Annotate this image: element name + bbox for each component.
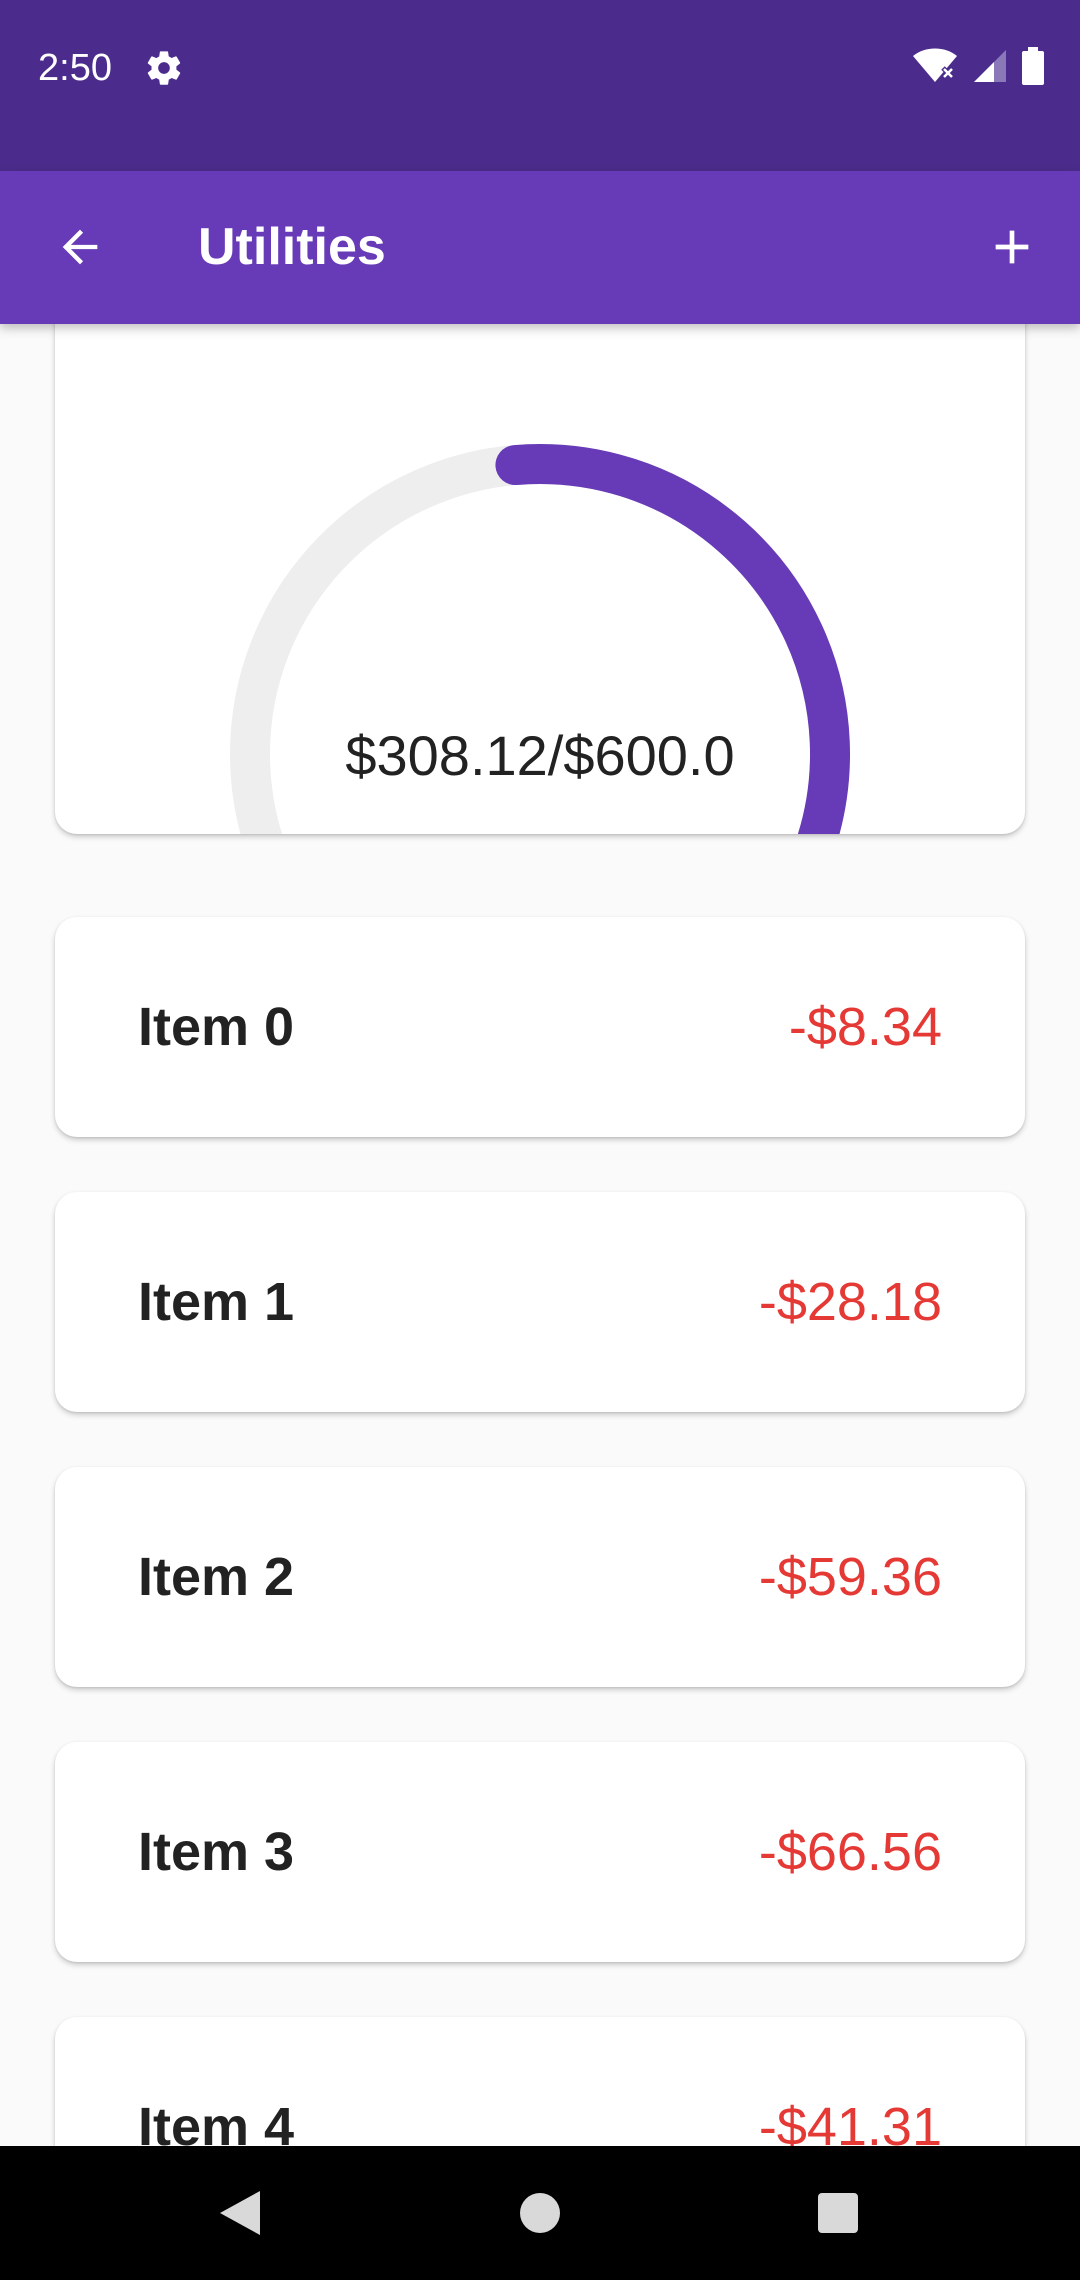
screen: 2:50 Utilities $308.12/$600.0 Item 0 -$8… [0, 0, 1080, 2280]
item-name: Item 4 [138, 2097, 295, 2146]
arrow-back-icon [62, 229, 98, 265]
item-name: Item 1 [138, 1272, 295, 1332]
list-item[interactable]: Item 2 -$59.36 [55, 1467, 1025, 1687]
list-item[interactable]: Item 0 -$8.34 [55, 917, 1025, 1137]
page-title: Utilities [198, 218, 386, 276]
item-amount: -$41.31 [758, 2097, 942, 2146]
item-name: Item 2 [138, 1547, 295, 1607]
nav-home-button[interactable] [500, 2173, 580, 2253]
navigation-bar [0, 2146, 1080, 2280]
nav-recents-button[interactable] [798, 2173, 878, 2253]
item-amount: -$28.18 [758, 1272, 942, 1332]
item-name: Item 0 [138, 997, 295, 1057]
content: $308.12/$600.0 Item 0 -$8.34 Item 1 -$28… [0, 324, 1080, 2146]
add-button[interactable] [972, 207, 1052, 287]
signal-icon [972, 48, 1008, 89]
back-button[interactable] [40, 207, 120, 287]
item-amount: -$8.34 [788, 997, 942, 1057]
status-time: 2:50 [38, 47, 112, 89]
status-bar: 2:50 [0, 0, 1080, 171]
nav-back-button[interactable] [200, 2173, 280, 2253]
list-item[interactable]: Item 1 -$28.18 [55, 1192, 1025, 1412]
item-amount: -$59.36 [758, 1547, 942, 1607]
wifi-icon [912, 48, 958, 89]
list-item[interactable]: Item 3 -$66.56 [55, 1742, 1025, 1962]
list-item[interactable]: Item 4 -$41.31 [55, 2017, 1025, 2146]
item-name: Item 3 [138, 1822, 295, 1882]
plus-icon [995, 230, 1029, 264]
recents-square-icon [818, 2193, 858, 2233]
budget-card: $308.12/$600.0 [55, 324, 1025, 834]
status-icons [912, 46, 1044, 90]
back-triangle-icon [220, 2191, 260, 2235]
app-bar: Utilities [0, 171, 1080, 324]
gear-icon [144, 48, 184, 88]
home-circle-icon [520, 2193, 560, 2233]
item-amount: -$66.56 [758, 1822, 942, 1882]
battery-icon [1022, 46, 1044, 90]
budget-label: $308.12/$600.0 [345, 724, 735, 787]
